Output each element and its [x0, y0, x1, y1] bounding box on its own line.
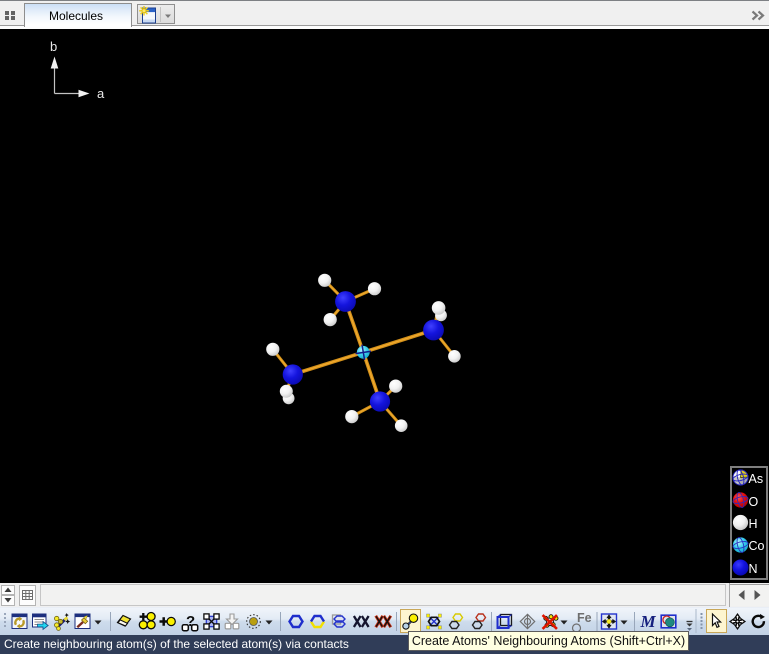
svg-text:b: b [50, 39, 57, 54]
svg-text:Fe: Fe [577, 611, 592, 625]
svg-text:a: a [97, 86, 105, 101]
svg-text:M: M [640, 612, 657, 631]
